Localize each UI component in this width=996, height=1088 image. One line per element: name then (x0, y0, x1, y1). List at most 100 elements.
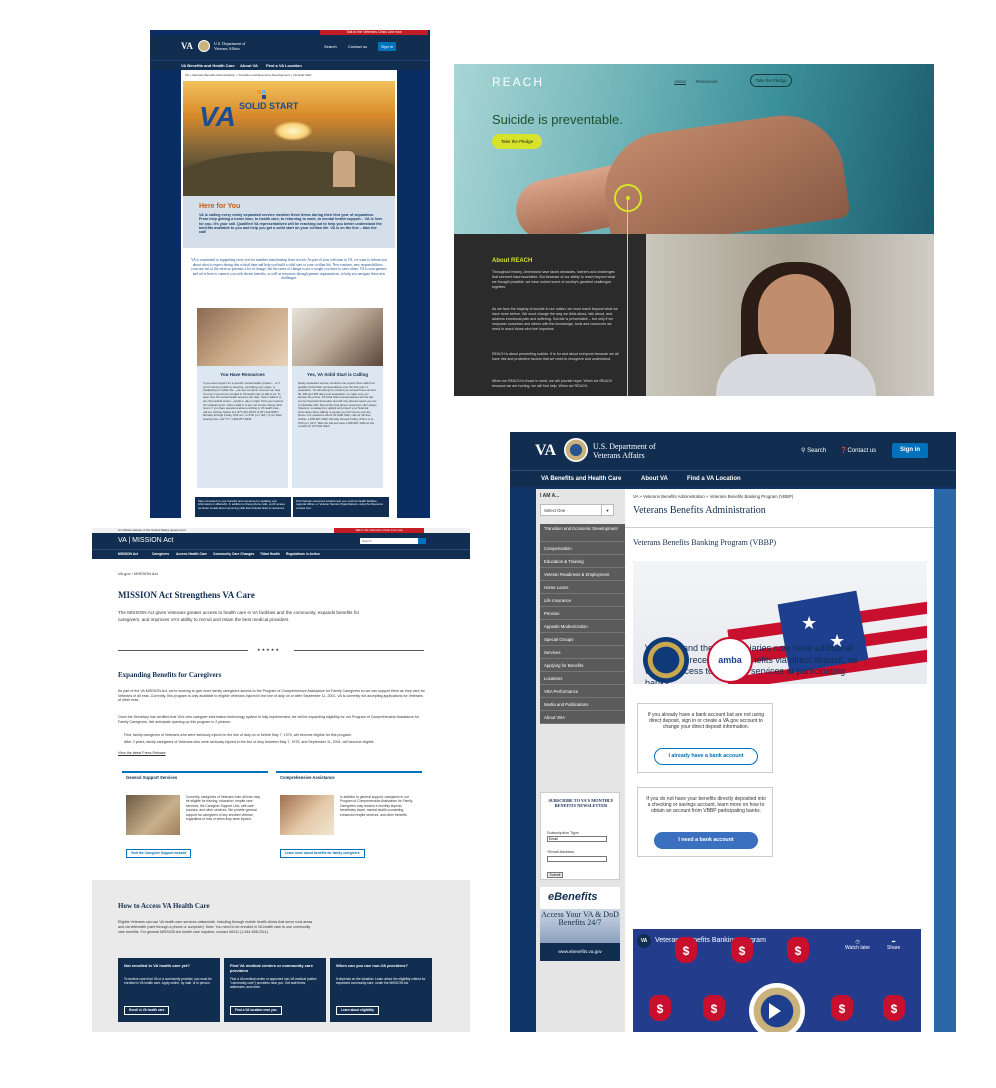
press-release-link[interactable]: View the latest Press Release (118, 751, 426, 756)
site-title[interactable]: VA | MISSION Act (118, 537, 173, 544)
logo-square-icon (262, 95, 266, 99)
ebenefits-logo: eBenefits (548, 891, 598, 903)
sidebar-item[interactable]: Appeals Modernization (540, 620, 625, 633)
nav-item[interactable]: Regulations in Action (286, 552, 320, 556)
sidebar-item[interactable]: Services (540, 646, 625, 659)
divider-line (118, 650, 248, 651)
find-location-button[interactable]: Find a VA location near you (230, 1006, 282, 1015)
play-icon[interactable] (769, 1003, 781, 1019)
divider (625, 527, 934, 528)
nav-item-location[interactable]: Find a VA Location (687, 476, 741, 482)
card-rule (276, 771, 422, 773)
portrait-face (758, 274, 834, 366)
here-for-you-panel: Here for You VA is calling every newly s… (183, 196, 395, 248)
nav-item-location[interactable]: Find a VA Location (266, 63, 302, 68)
nav-item[interactable]: Tribal Health (260, 552, 280, 556)
resources-card: You Have Resources If you need support f… (197, 308, 288, 488)
va-logo[interactable]: VA (535, 442, 556, 460)
sidebar-item[interactable]: Life Insurance (540, 594, 625, 607)
sign-in-button[interactable]: Sign in (378, 42, 396, 51)
need-account-button[interactable]: I need a bank account (654, 832, 758, 849)
ebenefits-url: www.ebenefits.va.gov (540, 943, 620, 961)
ebenefits-tagline: Access Your VA & DoD Benefits 24/7 (540, 909, 620, 943)
sidebar-item[interactable]: Pension (540, 607, 625, 620)
calling-card: Yes, VA Solid Start is Calling Newly sep… (292, 308, 383, 488)
department-name: U.S. Department of Veterans Affairs (214, 41, 246, 51)
ebenefits-ad[interactable]: eBenefits Access Your VA & DoD Benefits … (540, 887, 620, 961)
resources-text: If you need support for a specific menta… (203, 381, 284, 421)
take-the-pledge-button[interactable]: Take the Pledge (492, 134, 542, 149)
enroll-button[interactable]: Enroll in VA health care (124, 1006, 170, 1015)
breadcrumb[interactable]: VA » Veterans Benefits Administration » … (185, 73, 395, 77)
breadcrumb[interactable]: VA.gov › MISSION Act (118, 571, 158, 576)
caregiver-support-button[interactable]: Visit the Caregiver Support website (126, 849, 192, 858)
share-label: Share (887, 945, 901, 951)
nav-item-about[interactable]: About VA (240, 63, 258, 68)
nav-item[interactable]: MISSION Act (118, 552, 138, 556)
nav-about[interactable]: About (674, 79, 686, 85)
reach-logo[interactable]: REACH (492, 75, 544, 89)
contact-link[interactable]: ❓Contact us (840, 447, 876, 454)
about-paragraph: Throughout history, Americans have faced… (492, 270, 616, 289)
sidebar-item[interactable]: Compensation (540, 542, 625, 555)
watch-later-button[interactable]: ◷ Watch later (845, 939, 870, 951)
contact-link[interactable]: Contact us (348, 44, 367, 49)
share-button[interactable]: ➦ Share (887, 939, 900, 951)
contact-label: Contact us (847, 448, 877, 454)
star-icon: ★ (801, 613, 818, 633)
ebenefits-promo[interactable]: Stay connected to your benefits and reso… (195, 497, 291, 517)
site-header: VA | MISSION Act Search (92, 533, 470, 549)
subscription-type-select[interactable]: Email (547, 836, 607, 842)
search-button[interactable] (418, 538, 426, 544)
sign-in-button[interactable]: Sign in (892, 443, 928, 458)
sidebar-item[interactable]: Applying for Benefits (540, 659, 625, 672)
sidebar-item[interactable]: Media and Publications (540, 698, 625, 711)
hero-section: REACH About Resources Take the Pledge Su… (454, 64, 934, 234)
phone-call-photo (292, 308, 383, 366)
nav-item[interactable]: Community Care Changes (213, 552, 254, 556)
sidebar-item[interactable]: Veteran Readiness & Employment (540, 568, 625, 581)
search-input[interactable]: Search (360, 538, 418, 544)
sidebar-item[interactable]: About VBA (540, 711, 625, 724)
nav-item-benefits[interactable]: VA Benefits and Health Care (181, 63, 235, 68)
box-title: Find VA medical centers or community car… (230, 963, 313, 973)
nav-item-benefits[interactable]: VA Benefits and Health Care (541, 476, 621, 482)
about-paragraph: As we face the tragedy of suicide in our… (492, 307, 618, 331)
amba-logo: amba (707, 637, 753, 683)
sidebar-item[interactable]: Home Loans (540, 581, 625, 594)
channel-avatar[interactable]: VA (637, 934, 651, 948)
watch-later-label: Watch later (845, 945, 871, 951)
already-have-account-button[interactable]: I already have a bank account (654, 748, 758, 765)
sidebar-item[interactable]: Transition and Economic Development (540, 524, 625, 542)
take-the-pledge-nav-button[interactable]: Take the Pledge (750, 74, 792, 87)
money-bag-icon: $ (649, 995, 671, 1021)
sidebar-item[interactable]: Education & Training (540, 555, 625, 568)
search-link[interactable]: Search (324, 44, 337, 49)
nav-item-about[interactable]: About VA (641, 476, 668, 482)
nav-resources[interactable]: Resources (696, 79, 718, 84)
bullet-item: After 2 years, family caregivers of Vete… (124, 740, 375, 744)
resource-locator-promo[interactable]: Find Veteran resources located near you,… (293, 497, 389, 517)
va-logo[interactable]: VA (181, 41, 193, 51)
newsletter-signup: SUBSCRIBE TO VA'S MONTHLY BENEFITS NEWSL… (540, 792, 620, 880)
email-field[interactable] (547, 856, 607, 862)
video-player[interactable]: VA Veterans Benefits Banking Program ◷ Wa… (633, 929, 921, 1032)
hands-image (597, 107, 851, 234)
search-link[interactable]: ⚲ Search (801, 447, 826, 454)
nav-item[interactable]: Access Health Care (176, 552, 207, 556)
sidebar-item[interactable]: VBA Performance (540, 685, 625, 698)
eligibility-button[interactable]: Learn about eligibility (336, 1006, 379, 1015)
page-content: VA » Veterans Benefits Administration » … (181, 70, 397, 518)
find-location-box: Find VA medical centers or community car… (224, 958, 326, 1022)
nav-item[interactable]: Caregivers (152, 552, 169, 556)
newsletter-title: SUBSCRIBE TO VA'S MONTHLY BENEFITS NEWSL… (548, 798, 614, 808)
family-caregiver-benefits-button[interactable]: Learn more about benefits for family car… (280, 849, 365, 858)
sidebar-item[interactable]: Locations (540, 672, 625, 685)
about-paragraph: When we REACH to those in need, we will … (492, 379, 613, 388)
sidebar-item[interactable]: Special Groups (540, 633, 625, 646)
caregivers-paragraph: As part of the VA MISSION Act, we're wor… (118, 689, 425, 703)
i-am-select[interactable]: Select One ▼ (540, 504, 614, 516)
breadcrumb[interactable]: VA » Veterans Benefits Administration » … (633, 494, 793, 499)
hiker-figure (333, 151, 355, 187)
submit-button[interactable]: Submit (547, 872, 563, 878)
